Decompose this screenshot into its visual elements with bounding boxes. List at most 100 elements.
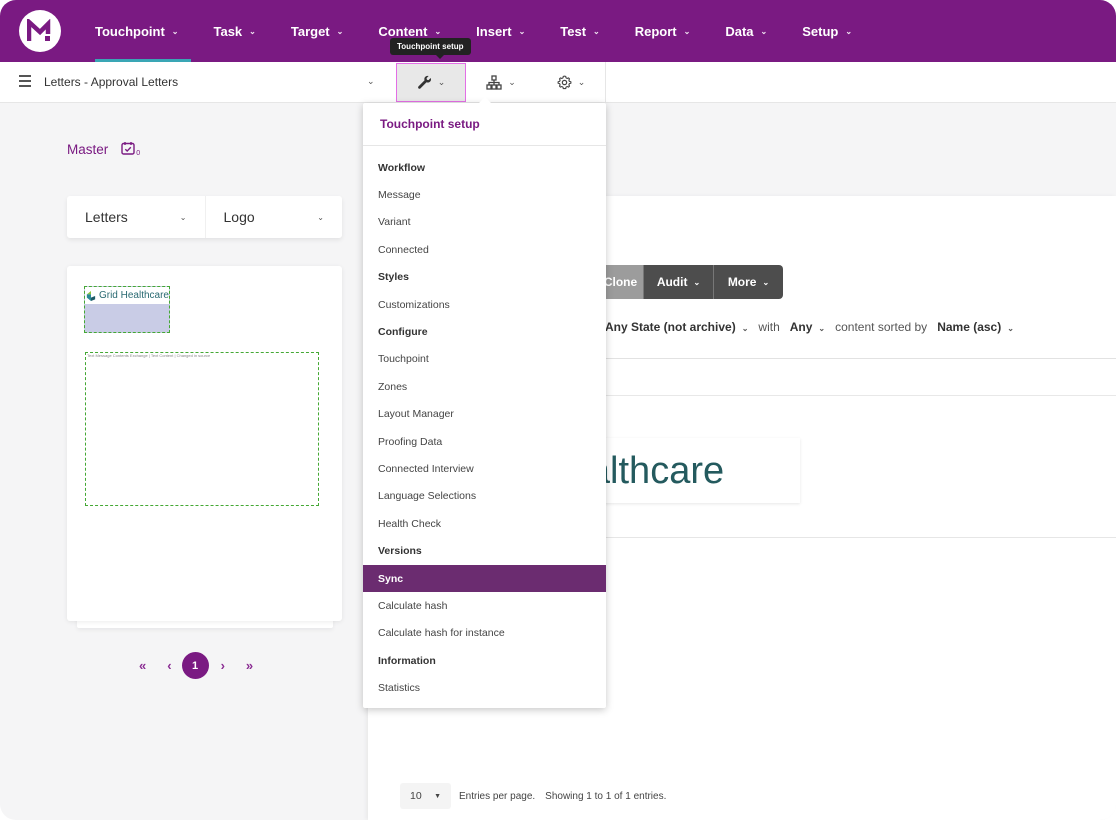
showing-entries-text: Showing 1 to 1 of 1 entries. — [545, 790, 667, 802]
menu-section-styles: Styles — [378, 271, 409, 284]
chevron-down-icon: ⌄ — [317, 212, 324, 222]
messagepoint-logo-icon[interactable] — [19, 10, 61, 52]
entries-per-page-select[interactable]: 10 ▼ — [400, 783, 451, 809]
app-window: Touchpoint ⌄ Task ⌄ Target ⌄ Content ⌄ Inser… — [0, 0, 1116, 820]
entries-per-page-label: Entries per page. — [459, 790, 536, 802]
chevron-down-icon: ⌄ — [762, 277, 770, 287]
menu-item-layout-manager[interactable]: Layout Manager — [363, 401, 606, 428]
chevron-down-icon: ⌄ — [693, 277, 701, 287]
menu-item-connected[interactable]: Connected — [363, 236, 606, 263]
master-count: 0 — [136, 150, 141, 157]
chevron-down-icon: ⌄ — [336, 26, 344, 36]
menu-item-message[interactable]: Message — [363, 181, 606, 208]
document-preview: Grid Healthcare Text Message Contents Ex… — [67, 266, 342, 621]
table-footer: 10 ▼ Entries per page. Showing 1 to 1 of… — [400, 783, 666, 809]
menu-item-touchpoint[interactable]: Touchpoint — [363, 346, 606, 373]
state-filter[interactable]: Any State (not archive) ⌄ — [605, 320, 748, 334]
previous-page-button[interactable]: ‹ — [167, 658, 171, 673]
first-page-button[interactable]: « — [139, 658, 146, 673]
more-button[interactable]: More ⌄ — [713, 265, 783, 299]
menu-section-information: Information — [378, 654, 436, 667]
chevron-down-icon: ⌄ — [845, 26, 853, 36]
nav-data-label: Data — [725, 23, 754, 39]
menu-item-customizations[interactable]: Customizations — [363, 291, 606, 318]
touchpoint-setup-tooltip: Touchpoint setup — [390, 38, 471, 59]
chevron-down-icon: ⌄ — [508, 77, 516, 87]
touchpoint-setup-button[interactable]: ⌄ — [396, 63, 466, 102]
section-zone-selectors: Letters ⌄ Logo ⌄ — [67, 196, 342, 238]
chevron-down-icon: ⌄ — [760, 26, 768, 36]
master-label[interactable]: Master — [67, 142, 108, 157]
section-select-value: Letters — [85, 209, 128, 225]
touchpoint-setup-menu: Touchpoint setup Workflow Message Variant C… — [363, 97, 606, 708]
last-page-button[interactable]: » — [246, 658, 253, 673]
text-zone[interactable]: Text Message Contents Exchange | Text Co… — [85, 352, 319, 506]
logo-zone[interactable]: Grid Healthcare — [84, 286, 170, 333]
chevron-down-icon: ⌄ — [1007, 324, 1014, 333]
next-page-button[interactable]: › — [221, 658, 225, 673]
menu-item-calculate-hash[interactable]: Calculate hash — [363, 592, 606, 619]
chevron-down-icon: ⌄ — [434, 26, 442, 36]
nav-setup[interactable]: Setup ⌄ — [790, 0, 864, 62]
menu-item-connected-interview[interactable]: Connected Interview — [363, 455, 606, 482]
chevron-down-icon: ⌄ — [818, 324, 826, 333]
nav-report[interactable]: Report ⌄ — [623, 0, 703, 62]
nav-content-label: Content — [378, 23, 428, 39]
nav-touchpoint[interactable]: Touchpoint ⌄ — [83, 0, 191, 62]
nav-insert[interactable]: Insert ⌄ — [464, 0, 537, 62]
menu-item-zones[interactable]: Zones — [363, 373, 606, 400]
toolbar-divider — [605, 62, 606, 103]
menu-section-configure: Configure — [378, 326, 428, 339]
section-select[interactable]: Letters ⌄ — [67, 196, 205, 238]
menu-item-sync[interactable]: Sync — [363, 564, 606, 593]
touchpoint-selector-chevron-icon[interactable]: ⌄ — [367, 76, 375, 87]
menu-item-health-check[interactable]: Health Check — [363, 510, 606, 537]
top-navigation-bar: Touchpoint ⌄ Task ⌄ Target ⌄ Content ⌄ Inser… — [0, 0, 1116, 62]
sort-filter-value: Name (asc) — [937, 320, 1002, 334]
current-page[interactable]: 1 — [181, 652, 209, 679]
menu-item-language-selections[interactable]: Language Selections — [363, 483, 606, 510]
nav-insert-label: Insert — [476, 23, 512, 39]
calendar-check-icon[interactable]: 0 — [121, 141, 140, 158]
settings-button[interactable]: ⌄ — [536, 63, 606, 102]
touchpoint-toolbar: Letters - Approval Letters ⌄ ⌄ ⌄ ⌄ — [0, 62, 1116, 103]
menu-section-versions: Versions — [378, 545, 422, 558]
main-menu: Touchpoint ⌄ Task ⌄ Target ⌄ Content ⌄ Inser… — [83, 0, 875, 62]
nav-target[interactable]: Target ⌄ — [279, 0, 355, 62]
menu-item-proofing-data[interactable]: Proofing Data — [363, 428, 606, 455]
chevron-down-icon: ⌄ — [683, 26, 691, 36]
chevron-down-icon: ⌄ — [518, 26, 526, 36]
nav-test[interactable]: Test ⌄ — [548, 0, 611, 62]
with-filter-value: Any — [789, 320, 813, 334]
nav-data[interactable]: Data ⌄ — [713, 0, 779, 62]
structure-button[interactable]: ⌄ — [466, 63, 536, 102]
zone-select[interactable]: Logo ⌄ — [204, 196, 343, 238]
clone-button-label: Clone — [603, 275, 638, 289]
chevron-down-icon: ⌄ — [741, 324, 749, 333]
audit-button-label: Audit — [656, 275, 688, 289]
chevron-down-icon: ⌄ — [179, 212, 187, 222]
menu-item-calculate-hash-for-instance[interactable]: Calculate hash for instance — [363, 620, 606, 647]
touchpoint-breadcrumb[interactable]: Letters - Approval Letters — [44, 75, 178, 89]
zone-caption: Text Message Contents Exchange | Text Co… — [87, 353, 211, 358]
with-filter[interactable]: Any ⌄ — [790, 320, 825, 334]
audit-button[interactable]: Audit ⌄ — [643, 265, 713, 299]
nav-setup-label: Setup — [802, 23, 839, 39]
menu-section-workflow: Workflow — [378, 161, 426, 174]
hierarchy-icon — [486, 75, 502, 90]
menu-item-statistics[interactable]: Statistics — [363, 674, 606, 701]
sorted-by-label: content sorted by — [835, 320, 928, 334]
chevron-down-icon: ⌄ — [249, 26, 256, 36]
chevron-down-icon: ⌄ — [593, 26, 600, 36]
sort-filter[interactable]: Name (asc) ⌄ — [937, 320, 1014, 334]
with-label: with — [758, 320, 780, 334]
more-button-label: More — [727, 275, 757, 289]
nav-report-label: Report — [634, 23, 677, 39]
chevron-down-icon: ⌄ — [171, 26, 179, 36]
menu-list: Workflow Message Variant Connected Styles Cus… — [363, 146, 606, 702]
menu-title: Touchpoint setup — [363, 103, 606, 146]
caret-down-icon: ▼ — [434, 792, 441, 800]
hamburger-icon[interactable] — [19, 75, 31, 87]
nav-task[interactable]: Task ⌄ — [202, 0, 268, 62]
menu-item-variant[interactable]: Variant — [363, 209, 606, 236]
